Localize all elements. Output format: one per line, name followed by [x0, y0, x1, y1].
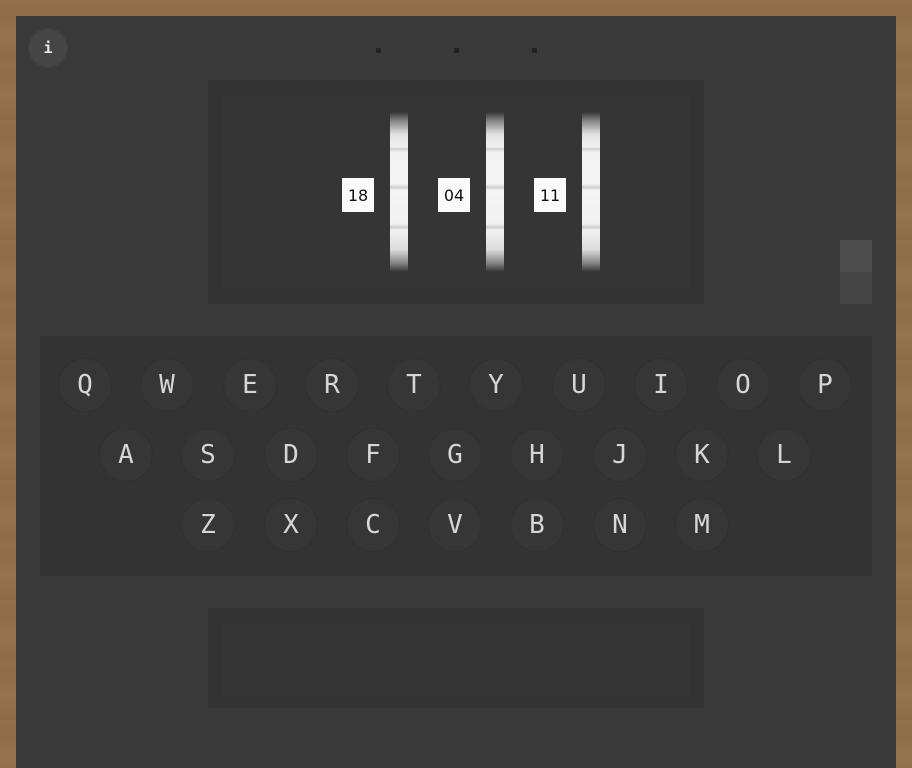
key-v[interactable]: V [428, 498, 482, 552]
key-t[interactable]: T [387, 358, 441, 412]
key-e[interactable]: E [223, 358, 277, 412]
key-o[interactable]: O [716, 358, 770, 412]
key-k[interactable]: K [675, 428, 729, 482]
rotor-3-window: 11 [534, 178, 566, 212]
key-n[interactable]: N [593, 498, 647, 552]
enigma-machine: i 18 04 11 Q W E R T Y U I O P A S D F G… [16, 16, 896, 768]
key-i[interactable]: I [634, 358, 688, 412]
key-x[interactable]: X [264, 498, 318, 552]
key-c[interactable]: C [346, 498, 400, 552]
rotor-2-wheel[interactable] [486, 112, 504, 272]
key-z[interactable]: Z [181, 498, 235, 552]
key-j[interactable]: J [593, 428, 647, 482]
rotor-1-wheel[interactable] [390, 112, 408, 272]
keyboard: Q W E R T Y U I O P A S D F G H J K L Z … [40, 336, 872, 576]
key-h[interactable]: H [510, 428, 564, 482]
rotor-1-window: 18 [342, 178, 374, 212]
key-d[interactable]: D [264, 428, 318, 482]
key-m[interactable]: M [675, 498, 729, 552]
key-l[interactable]: L [757, 428, 811, 482]
key-r[interactable]: R [305, 358, 359, 412]
output-panel [208, 608, 704, 708]
key-q[interactable]: Q [58, 358, 112, 412]
key-g[interactable]: G [428, 428, 482, 482]
key-u[interactable]: U [552, 358, 606, 412]
key-w[interactable]: W [140, 358, 194, 412]
key-y[interactable]: Y [469, 358, 523, 412]
rotor-3-wheel[interactable] [582, 112, 600, 272]
info-button[interactable]: i [28, 28, 68, 68]
key-f[interactable]: F [346, 428, 400, 482]
side-lever[interactable] [840, 240, 872, 304]
key-p[interactable]: P [798, 358, 852, 412]
key-a[interactable]: A [99, 428, 153, 482]
rotor-2-window: 04 [438, 178, 470, 212]
indicator-dot-3 [532, 48, 537, 53]
indicator-dot-1 [376, 48, 381, 53]
key-b[interactable]: B [510, 498, 564, 552]
indicator-dot-2 [454, 48, 459, 53]
output-display [222, 622, 690, 694]
key-s[interactable]: S [181, 428, 235, 482]
